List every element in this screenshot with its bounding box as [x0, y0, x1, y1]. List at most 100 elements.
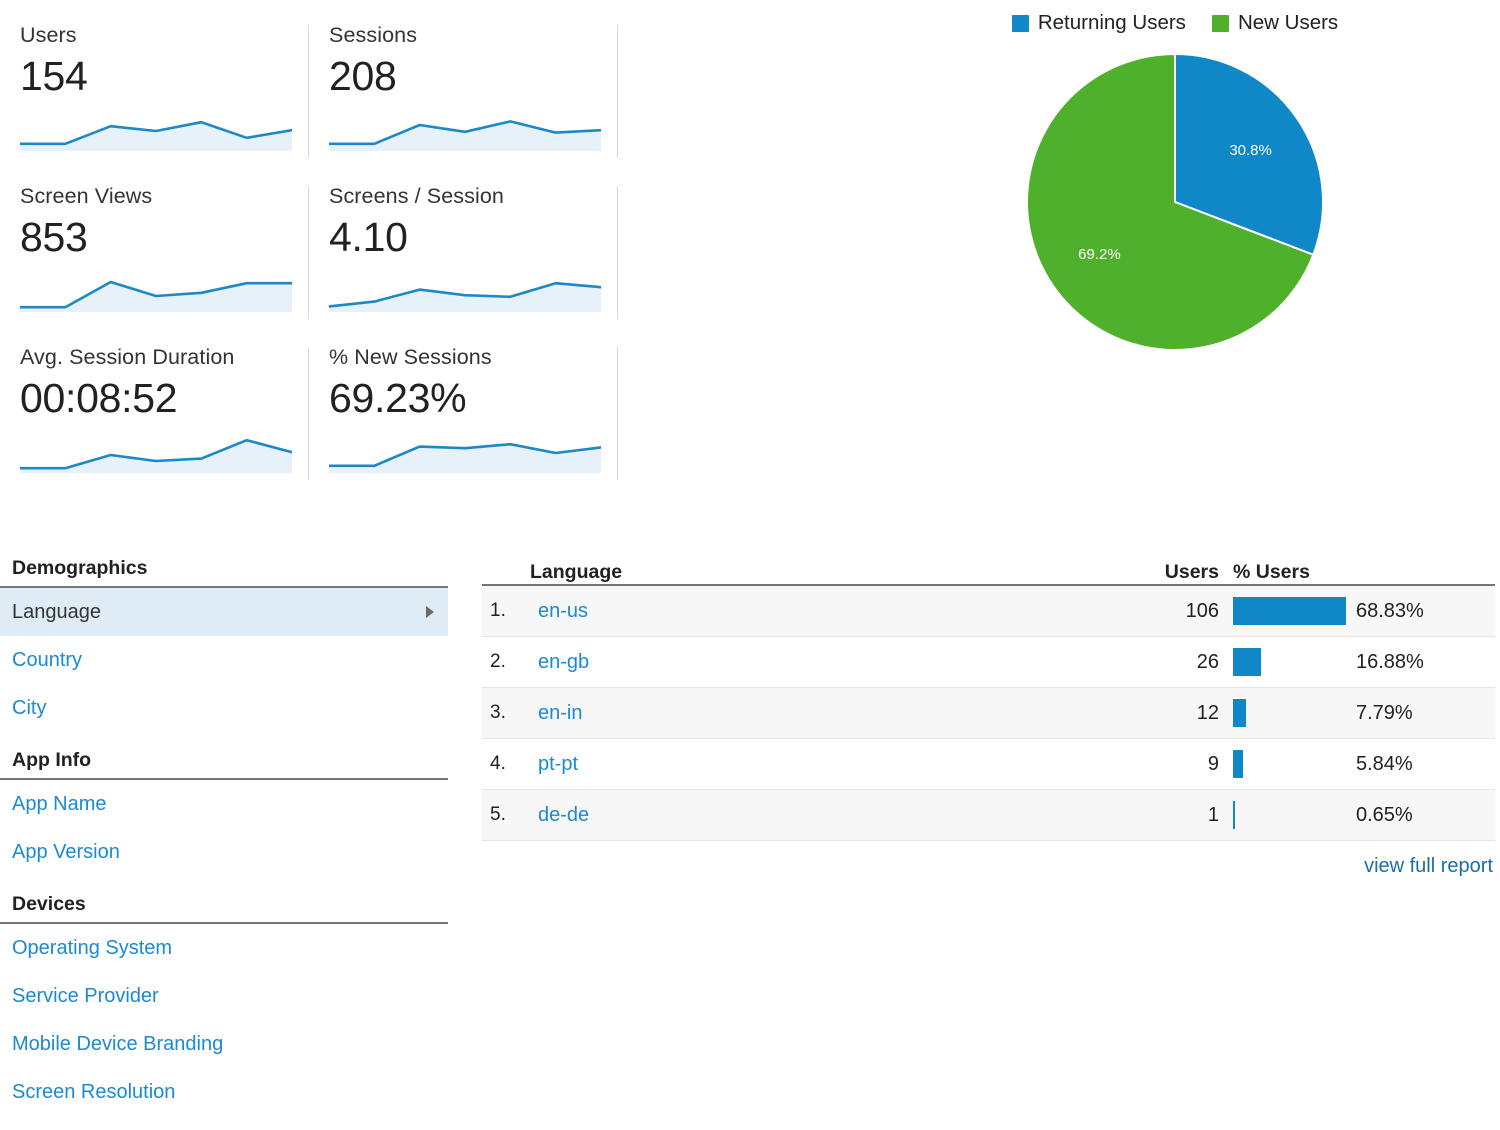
- row-pct-cell: 16.88%: [1219, 648, 1495, 676]
- metric-value: 208: [329, 53, 397, 99]
- row-pct-value: 7.79%: [1356, 701, 1413, 724]
- legend-swatch-icon: [1211, 14, 1229, 32]
- metric-sparkline: [329, 120, 601, 151]
- user-type-pie-panel: Returning Users New Users 30.8% 69.2%: [940, 0, 1410, 400]
- row-rank: 1.: [490, 600, 506, 621]
- metric-value: 853: [20, 214, 88, 260]
- row-rank: 3.: [490, 702, 506, 723]
- sidebar-item-label: App Name: [12, 793, 107, 815]
- table-row[interactable]: 4. pt-pt 9 5.84%: [482, 739, 1495, 790]
- sidebar-item-language[interactable]: Language: [0, 588, 448, 636]
- row-pct-bar: [1233, 597, 1346, 625]
- metric-card[interactable]: Screen Views 853: [0, 183, 309, 344]
- row-pct-bar-track: [1233, 699, 1346, 727]
- nav-group-spacer: [0, 732, 448, 740]
- view-full-report-link[interactable]: view full report: [1364, 855, 1493, 878]
- row-language-link[interactable]: de-de: [538, 804, 589, 826]
- sidebar-item-label: Service Provider: [12, 985, 159, 1007]
- row-users-value: 106: [1185, 599, 1219, 622]
- table-header-users: Users: [1164, 561, 1219, 583]
- row-pct-bar-track: [1233, 648, 1346, 676]
- table-header-row: Language Users % Users: [482, 548, 1495, 586]
- table-row[interactable]: 5. de-de 1 0.65%: [482, 790, 1495, 841]
- metric-card[interactable]: % New Sessions 69.23%: [309, 344, 618, 505]
- pie-slice-label: 69.2%: [1078, 246, 1121, 263]
- row-language-cell: en-us: [538, 600, 1099, 623]
- sidebar-item-label: Country: [12, 649, 83, 671]
- metric-card[interactable]: Users 154: [0, 22, 309, 183]
- nav-group-title: Demographics: [0, 548, 448, 588]
- pie-slice-label: 30.8%: [1229, 142, 1272, 159]
- row-rank: 2.: [490, 651, 506, 672]
- metric-label: Screens / Session: [329, 184, 504, 208]
- sidebar-item-city[interactable]: City: [0, 684, 448, 732]
- row-rank: 5.: [490, 804, 506, 825]
- row-language-cell: en-gb: [538, 651, 1099, 674]
- legend-label: New Users: [1237, 11, 1339, 34]
- chevron-right-icon: [426, 606, 434, 618]
- metrics-panel: Users 154 Sessions 208 Screen Views 853 Screen…: [0, 22, 620, 505]
- table-row[interactable]: 2. en-gb 26 16.88%: [482, 637, 1495, 688]
- row-users-value: 12: [1196, 701, 1219, 724]
- row-pct-bar: [1233, 750, 1243, 778]
- row-pct-cell: 5.84%: [1219, 750, 1495, 778]
- metric-row: Users 154 Sessions 208: [0, 22, 620, 183]
- metric-card[interactable]: Sessions 208: [309, 22, 618, 183]
- sidebar-item-label: Mobile Device Branding: [12, 1033, 224, 1055]
- nav-group-title: App Info: [0, 740, 448, 780]
- sidebar-item-screen-resolution[interactable]: Screen Resolution: [0, 1068, 448, 1116]
- row-language-cell: de-de: [538, 804, 1099, 827]
- metric-card[interactable]: Avg. Session Duration 00:08:52: [0, 344, 309, 505]
- row-pct-value: 5.84%: [1356, 752, 1413, 775]
- legend-entry[interactable]: Returning Users: [1011, 12, 1186, 34]
- row-language-link[interactable]: en-us: [538, 600, 588, 622]
- sidebar-item-service-provider[interactable]: Service Provider: [0, 972, 448, 1020]
- sidebar-item-label: Language: [12, 601, 101, 623]
- legend-swatch-icon: [1011, 14, 1029, 32]
- metric-card[interactable]: Screens / Session 4.10: [309, 183, 618, 344]
- row-language-cell: pt-pt: [538, 753, 1099, 776]
- metric-sparkline: [20, 438, 292, 473]
- sidebar-item-label: Screen Resolution: [12, 1081, 176, 1103]
- nav-group-spacer: [0, 876, 448, 884]
- row-pct-value: 0.65%: [1356, 803, 1413, 826]
- table-row[interactable]: 3. en-in 12 7.79%: [482, 688, 1495, 739]
- metric-row: Screen Views 853 Screens / Session 4.10: [0, 183, 620, 344]
- metric-value: 00:08:52: [20, 375, 178, 421]
- metric-sparkline: [329, 442, 601, 473]
- row-pct-value: 16.88%: [1356, 650, 1424, 673]
- sidebar-item-label: App Version: [12, 841, 120, 863]
- row-language-link[interactable]: pt-pt: [538, 753, 578, 775]
- row-pct-bar: [1233, 699, 1246, 727]
- sidebar-item-label: City: [12, 697, 47, 719]
- row-pct-bar: [1233, 648, 1261, 676]
- row-pct-bar: [1233, 801, 1235, 829]
- row-rank: 4.: [490, 753, 506, 774]
- metric-sparkline: [329, 281, 601, 312]
- row-pct-bar-track: [1233, 597, 1346, 625]
- pie-legend: Returning Users New Users: [940, 0, 1410, 40]
- row-pct-cell: 0.65%: [1219, 801, 1495, 829]
- row-pct-bar-track: [1233, 750, 1346, 778]
- table-row[interactable]: 1. en-us 106 68.83%: [482, 586, 1495, 637]
- sidebar-item-mobile-device-branding[interactable]: Mobile Device Branding: [0, 1020, 448, 1068]
- row-pct-bar-track: [1233, 801, 1346, 829]
- row-pct-cell: 68.83%: [1219, 597, 1495, 625]
- row-pct-cell: 7.79%: [1219, 699, 1495, 727]
- metric-label: Users: [20, 23, 77, 47]
- legend-entry[interactable]: New Users: [1211, 11, 1339, 34]
- sidebar-item-app-name[interactable]: App Name: [0, 780, 448, 828]
- row-users-value: 1: [1207, 803, 1219, 826]
- dimension-nav: Demographics Language Country City App Info A…: [0, 548, 448, 1116]
- metric-label: Screen Views: [20, 184, 153, 208]
- metric-sparkline: [20, 280, 292, 312]
- metric-sparkline: [20, 120, 292, 151]
- row-users-value: 26: [1196, 650, 1219, 673]
- sidebar-item-app-version[interactable]: App Version: [0, 828, 448, 876]
- row-language-link[interactable]: en-gb: [538, 651, 589, 673]
- sidebar-item-operating-system[interactable]: Operating System: [0, 924, 448, 972]
- row-language-cell: en-in: [538, 702, 1099, 725]
- sidebar-item-country[interactable]: Country: [0, 636, 448, 684]
- metric-value: 69.23%: [329, 375, 467, 421]
- row-language-link[interactable]: en-in: [538, 702, 582, 724]
